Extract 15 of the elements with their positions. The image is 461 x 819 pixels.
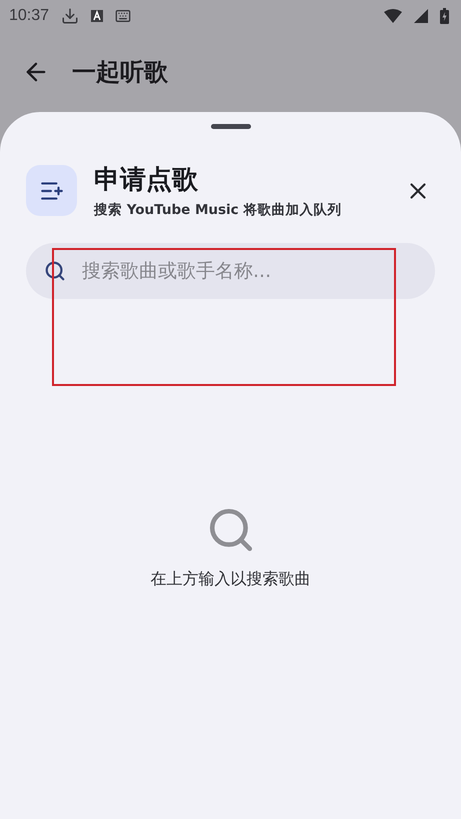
search-icon	[44, 260, 66, 282]
wifi-icon	[384, 9, 402, 23]
empty-message: 在上方输入以搜索歌曲	[150, 569, 310, 590]
drag-handle[interactable]	[210, 124, 250, 129]
playlist-add-icon	[26, 165, 77, 216]
search-field[interactable]: 搜索歌曲或歌手名称...	[26, 243, 435, 299]
sheet-title: 申请点歌	[94, 164, 199, 197]
page-title: 一起听歌	[72, 57, 168, 88]
signal-icon	[414, 9, 428, 23]
keyboard-icon	[115, 8, 132, 24]
text-icon	[91, 10, 104, 22]
download-icon	[61, 7, 80, 25]
battery-icon	[440, 8, 449, 24]
status-time: 10:37	[9, 7, 50, 25]
sheet-subtitle: 搜索 YouTube Music 将歌曲加入队列	[94, 201, 342, 219]
